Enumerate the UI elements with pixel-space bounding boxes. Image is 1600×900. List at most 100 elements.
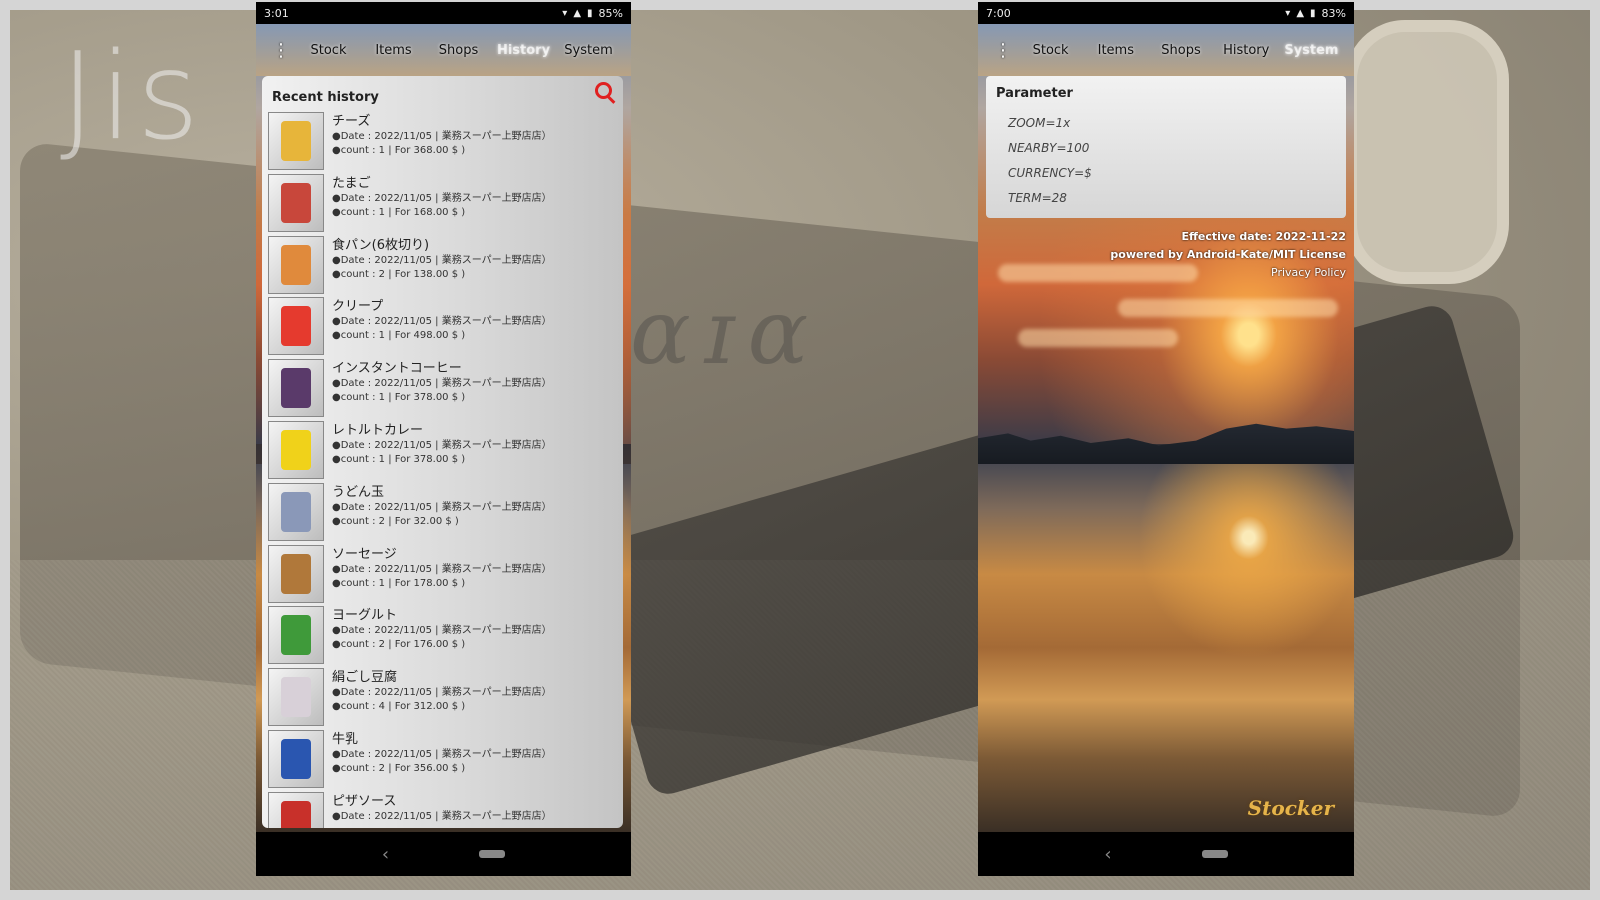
item-count: ●count : 1 | For 368.00 $ ) <box>332 145 466 156</box>
item-date: ●Date : 2022/11/05 | 業務スーパー上野店店） <box>332 254 552 266</box>
tab-stock[interactable]: Stock <box>296 43 361 58</box>
status-bar: 7:00 ▾ ▲ ▮ 83% <box>978 2 1354 24</box>
item-photo <box>281 677 311 718</box>
item-date: ●Date : 2022/11/05 | 業務スーパー上野店店） <box>332 748 552 760</box>
item-photo <box>281 553 311 594</box>
item-thumbnail <box>268 668 324 727</box>
tab-items[interactable]: Items <box>1083 43 1148 58</box>
item-thumbnail <box>268 606 324 665</box>
item-photo <box>281 491 311 532</box>
home-pill-icon[interactable] <box>1201 850 1228 858</box>
item-count: ●count : 4 | For 312.00 $ ) <box>332 701 466 713</box>
item-count: ●count : 2 | For 138.00 $ ) <box>332 268 466 280</box>
battery-icon: ▮ <box>1310 7 1316 19</box>
item-details: クリープ ●Date : 2022/11/05 | 業務スーパー上野店店） ●cou… <box>332 297 617 343</box>
item-date: ●Date : 2022/11/05 | 業務スーパー上野店店） <box>332 501 552 513</box>
item-photo <box>281 121 311 161</box>
tab-shops[interactable]: Shops <box>1148 43 1213 58</box>
history-item[interactable]: 牛乳 ●Date : 2022/11/05 | 業務スーパー上野店店） ●count… <box>268 729 617 792</box>
home-pill-icon[interactable] <box>479 850 506 858</box>
param-zoom[interactable]: ZOOM=1x <box>996 111 1336 136</box>
tab-history[interactable]: History <box>1214 43 1279 58</box>
item-photo <box>281 429 311 470</box>
item-details: ピザソース ●Date : 2022/11/05 | 業務スーパー上野店店） <box>332 792 617 824</box>
item-name: レトルトカレー <box>332 422 424 438</box>
item-name: 食パン(6枚切り) <box>332 237 430 253</box>
item-date: ●Date : 2022/11/05 | 業務スーパー上野店店） <box>332 563 552 575</box>
privacy-policy-link[interactable]: Privacy Policy <box>1110 264 1346 282</box>
parameter-title: Parameter <box>996 86 1073 101</box>
tab-system[interactable]: System <box>1279 43 1344 58</box>
history-item[interactable]: チーズ ●Date : 2022/11/05 | 業務スーパー上野店店） ●coun… <box>268 112 617 174</box>
app-logo: Stocker <box>1247 796 1334 820</box>
item-photo <box>281 738 311 779</box>
status-time: 7:00 <box>986 6 1011 20</box>
parameter-panel: Parameter ZOOM=1x NEARBY=100 CURRENCY=$ … <box>986 76 1346 218</box>
item-name: たまご <box>332 175 371 191</box>
history-item[interactable]: ヨーグルト ●Date : 2022/11/05 | 業務スーパー上野店店） ●co… <box>268 606 617 668</box>
cloud-streak <box>1018 329 1178 347</box>
item-name: ヨーグルト <box>332 608 398 624</box>
back-icon[interactable]: ‹ <box>382 844 389 865</box>
item-details: 絹ごし豆腐 ●Date : 2022/11/05 | 業務スーパー上野店店） ●co… <box>332 668 617 714</box>
item-name: チーズ <box>332 114 371 129</box>
wifi-icon: ▾ <box>1285 7 1291 19</box>
item-details: 牛乳 ●Date : 2022/11/05 | 業務スーパー上野店店） ●count… <box>332 730 617 776</box>
item-thumbnail <box>268 297 324 356</box>
battery-icon: ▮ <box>587 7 593 19</box>
item-photo <box>281 182 311 223</box>
search-icon[interactable] <box>593 80 615 102</box>
phone-system-screen: 7:00 ▾ ▲ ▮ 83% ⋮ Stock Items Shops Histo… <box>978 2 1354 876</box>
license-link[interactable]: powered by Android-Kate/MIT License <box>1110 246 1346 264</box>
tab-system[interactable]: System <box>556 43 621 58</box>
history-item[interactable]: 絹ごし豆腐 ●Date : 2022/11/05 | 業務スーパー上野店店） ●co… <box>268 668 617 730</box>
item-photo <box>281 306 311 347</box>
item-date: ●Date : 2022/11/05 | 業務スーパー上野店店） <box>332 810 552 822</box>
item-details: ソーセージ ●Date : 2022/11/05 | 業務スーパー上野店店） ●co… <box>332 545 617 591</box>
history-item[interactable]: ピザソース ●Date : 2022/11/05 | 業務スーパー上野店店） <box>268 791 617 828</box>
item-details: ヨーグルト ●Date : 2022/11/05 | 業務スーパー上野店店） ●co… <box>332 606 617 652</box>
item-thumbnail <box>268 112 324 170</box>
back-icon[interactable]: ‹ <box>1104 844 1111 865</box>
overflow-menu-icon[interactable]: ⋮ <box>988 40 1018 61</box>
history-item[interactable]: ソーセージ ●Date : 2022/11/05 | 業務スーパー上野店店） ●co… <box>268 544 617 607</box>
tab-history[interactable]: History <box>491 43 556 58</box>
item-date: ●Date : 2022/11/05 | 業務スーパー上野店店） <box>332 131 552 142</box>
item-name: 絹ごし豆腐 <box>332 670 398 686</box>
item-count: ●count : 1 | For 498.00 $ ) <box>332 330 466 342</box>
history-item[interactable]: たまご ●Date : 2022/11/05 | 業務スーパー上野店店） ●coun… <box>268 173 617 236</box>
tab-stock[interactable]: Stock <box>1018 43 1083 58</box>
item-thumbnail <box>268 420 324 479</box>
tab-items[interactable]: Items <box>361 43 426 58</box>
item-date: ●Date : 2022/11/05 | 業務スーパー上野店店） <box>332 625 552 637</box>
tab-shops[interactable]: Shops <box>426 43 491 58</box>
item-count: ●count : 1 | For 168.00 $ ) <box>332 206 466 218</box>
effective-date: Effective date: 2022-11-22 <box>1181 230 1346 243</box>
item-name: インスタントコーヒー <box>332 361 462 377</box>
item-count: ●count : 2 | For 32.00 $ ) <box>332 515 459 527</box>
history-item[interactable]: レトルトカレー ●Date : 2022/11/05 | 業務スーパー上野店店） ●… <box>268 420 617 483</box>
overflow-menu-icon[interactable]: ⋮ <box>266 40 296 61</box>
panel-header: Recent history <box>262 76 623 112</box>
history-item[interactable]: うどん玉 ●Date : 2022/11/05 | 業務スーパー上野店店） ●cou… <box>268 482 617 545</box>
history-item[interactable]: インスタントコーヒー ●Date : 2022/11/05 | 業務スーパー上野店… <box>268 359 617 421</box>
system-nav-bar: ‹ <box>256 832 631 876</box>
param-currency[interactable]: CURRENCY=$ <box>996 161 1336 186</box>
item-photo <box>281 244 311 285</box>
status-time: 3:01 <box>264 6 289 20</box>
item-name: うどん玉 <box>332 484 385 500</box>
about-info: Effective date: 2022-11-22 powered by An… <box>1110 228 1346 282</box>
history-item[interactable]: 食パン(6枚切り) ●Date : 2022/11/05 | 業務スーパー上野店店… <box>268 235 617 298</box>
item-count: ●count : 2 | For 356.00 $ ) <box>332 762 466 774</box>
item-count: ●count : 1 | For 378.00 $ ) <box>332 453 466 465</box>
item-date: ●Date : 2022/11/05 | 業務スーパー上野店店） <box>332 378 552 390</box>
history-item[interactable]: クリープ ●Date : 2022/11/05 | 業務スーパー上野店店） ●cou… <box>268 297 617 359</box>
phone-history-screen: 3:01 ▾ ▲ ▮ 85% ⋮ Stock Items Shops Histo… <box>256 2 631 876</box>
item-details: レトルトカレー ●Date : 2022/11/05 | 業務スーパー上野店店） ●… <box>332 421 617 467</box>
item-photo <box>281 800 311 828</box>
param-nearby[interactable]: NEARBY=100 <box>996 136 1336 161</box>
frame-border <box>0 0 1600 900</box>
wifi-icon: ▾ <box>562 7 568 19</box>
item-details: インスタントコーヒー ●Date : 2022/11/05 | 業務スーパー上野店… <box>332 359 617 405</box>
param-term[interactable]: TERM=28 <box>996 186 1336 211</box>
